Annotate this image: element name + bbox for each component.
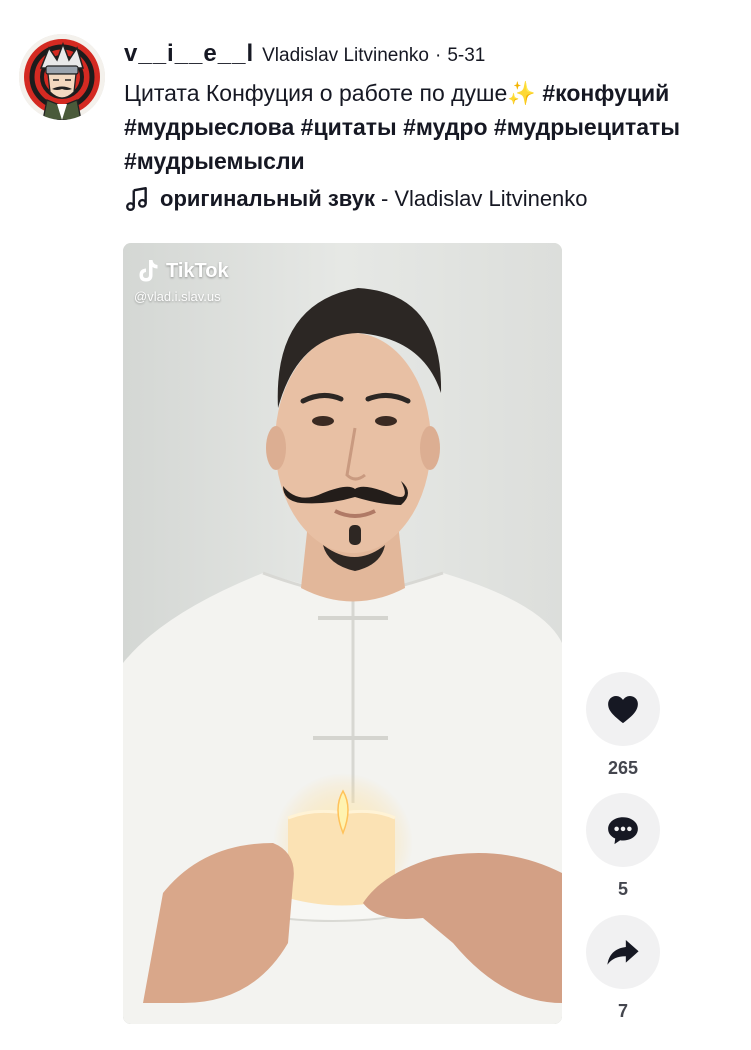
share-button[interactable] xyxy=(586,915,660,989)
watermark-handle: @vlad.i.slav.us xyxy=(134,289,221,304)
share-action: 7 xyxy=(586,915,660,1022)
post-date: 5-31 xyxy=(447,45,486,66)
music-dash: - xyxy=(380,186,389,211)
like-action: 265 xyxy=(586,672,660,779)
hashtag-link[interactable]: #мудро xyxy=(403,114,487,140)
like-button[interactable] xyxy=(586,672,660,746)
video-frame xyxy=(123,243,562,1024)
hashtag-link[interactable]: #мудрыемысли xyxy=(124,148,305,174)
hashtag-link[interactable]: #цитаты xyxy=(301,114,397,140)
author-line: v__i__e__l Vladislav Litvinenko · 5-31 xyxy=(124,40,485,70)
tiktok-post: v__i__e__l Vladislav Litvinenko · 5-31 Ц… xyxy=(0,0,751,1050)
tiktok-logo-icon xyxy=(139,260,158,282)
hashtag-link[interactable]: #мудрыецитаты xyxy=(494,114,680,140)
video-player[interactable] xyxy=(123,243,562,1024)
caption: Цитата Конфуция о работе по душе✨ #конфу… xyxy=(124,76,739,178)
avatar[interactable] xyxy=(19,34,105,120)
tiktok-watermark: TikTok @vlad.i.slav.us xyxy=(134,258,229,305)
heart-icon xyxy=(608,695,638,724)
separator: · xyxy=(435,45,442,66)
nickname[interactable]: Vladislav Litvinenko xyxy=(262,45,429,67)
comment-icon xyxy=(608,817,638,845)
sparkles-emoji: ✨ xyxy=(507,80,536,106)
comment-count: 5 xyxy=(617,879,628,899)
share-icon xyxy=(607,939,639,965)
like-count: 265 xyxy=(607,758,639,778)
watermark-brand: TikTok xyxy=(166,259,229,282)
comment-action: 5 xyxy=(586,793,660,900)
share-count: 7 xyxy=(617,1001,628,1021)
hashtag-link[interactable]: #конфуций xyxy=(542,80,669,106)
music-artist: Vladislav Litvinenko xyxy=(394,186,588,211)
caption-text: Цитата Конфуция о работе по душе xyxy=(124,80,508,106)
music-link[interactable]: оригинальный звук - Vladislav Litvinenko xyxy=(124,186,588,212)
music-title: оригинальный звук xyxy=(160,186,375,211)
hashtag-link[interactable]: #мудрыеслова xyxy=(124,114,294,140)
avatar-image xyxy=(19,34,105,120)
music-note-icon xyxy=(126,186,147,212)
username[interactable]: v__i__e__l xyxy=(124,40,254,68)
comment-button[interactable] xyxy=(586,793,660,867)
